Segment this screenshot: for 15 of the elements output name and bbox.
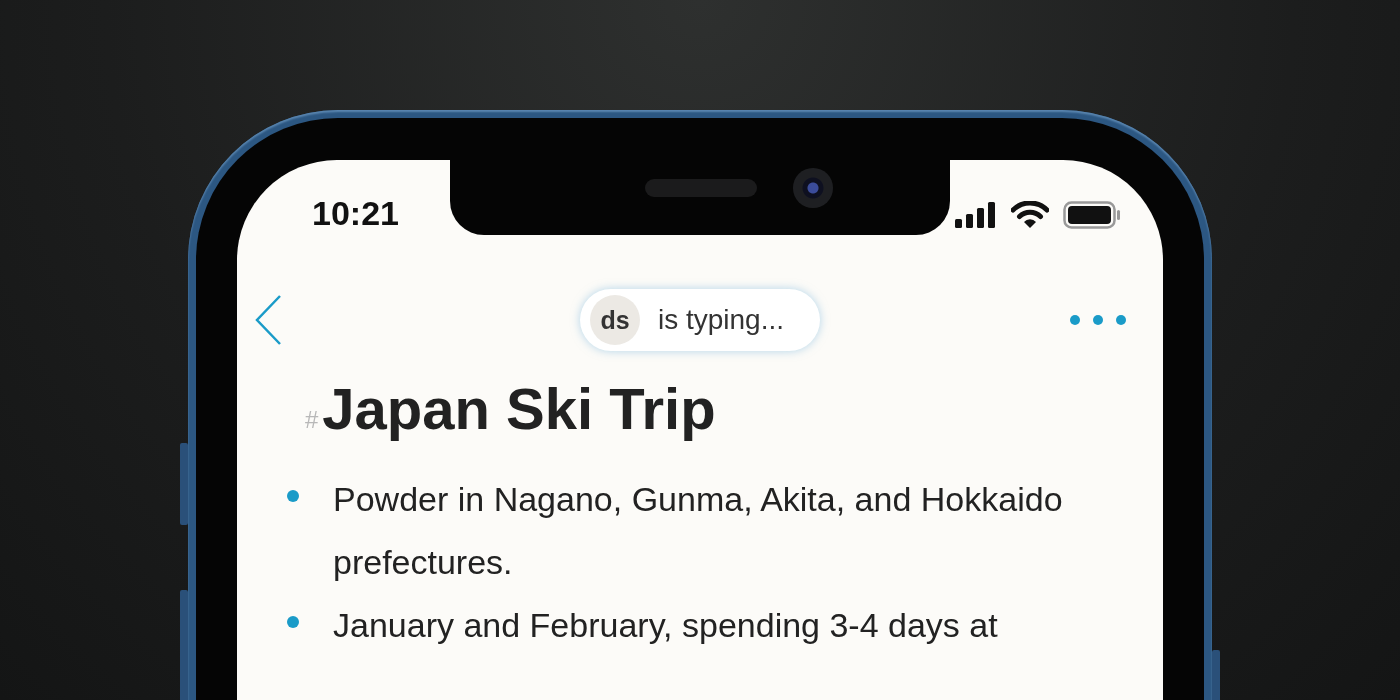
bullet-dot [287, 490, 299, 502]
more-icon[interactable] [1069, 314, 1127, 326]
user-avatar: ds [589, 295, 640, 345]
status-time: 10:21 [312, 193, 399, 233]
signal-icon [955, 202, 997, 228]
bullet-dot [287, 616, 299, 628]
back-icon[interactable] [254, 294, 284, 346]
battery-icon [1063, 201, 1121, 229]
heading-marker: # [305, 406, 319, 434]
typing-status: is typing... [657, 304, 785, 336]
note-title: Japan Ski Trip [322, 375, 716, 442]
wifi-icon [1011, 201, 1049, 229]
bullet-text: Powder in Nagano, Gunma, Akita, and Hokkaido prefectures. [333, 479, 1064, 583]
camera-lens [793, 168, 833, 208]
bullet-text: January and February, spending 3-4 days at [333, 605, 999, 646]
